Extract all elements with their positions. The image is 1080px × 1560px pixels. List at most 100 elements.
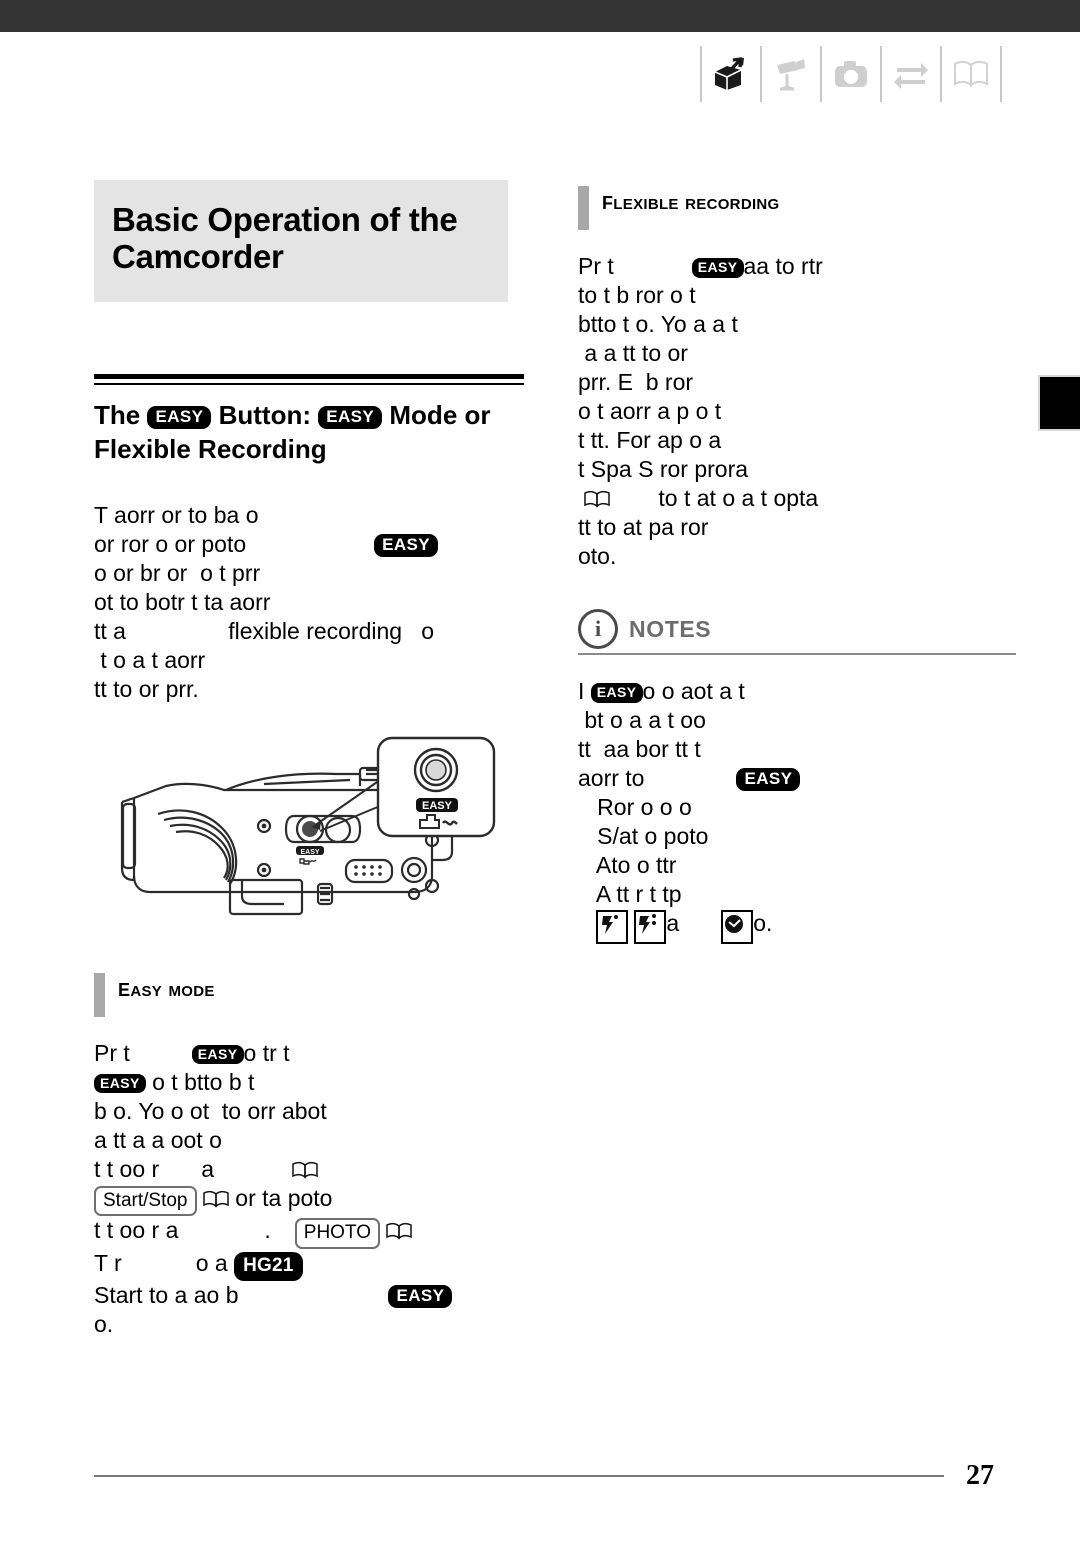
notes-paragraph: I EASY o o aot a t bt o a a t oo tt aa bo…	[578, 677, 1018, 944]
easy-badge: EASY	[147, 405, 212, 430]
page-number: 27	[966, 1460, 994, 1491]
text-line: a tt a a oot o	[94, 1126, 222, 1153]
text-line: t tt. For ap o a	[578, 427, 722, 453]
text-line: t o a t aorr	[94, 646, 206, 673]
top-dark-bar	[0, 0, 1080, 32]
section-intro-paragraph: T aorr or to ba o or ror o or poto EASY o…	[94, 501, 526, 704]
video-recording-icon[interactable]	[760, 46, 820, 102]
start-stop-badge: Start/Stop	[94, 1185, 197, 1217]
section-heading-line2: Flexible Recording	[94, 434, 327, 465]
external-connections-icon[interactable]	[880, 46, 940, 102]
easy-mode-paragraph: Pr t EASY o tr t EASY o t btto b t b o. Yo…	[94, 1039, 526, 1339]
camera-icon	[835, 61, 867, 87]
section-heading-post: Mode or	[389, 399, 491, 430]
text-line: S/at o poto	[578, 823, 709, 849]
text-line: t Spa S ror prora	[578, 456, 749, 482]
text-line: EASY o t btto b t	[94, 1068, 526, 1097]
easy-badge: EASY	[374, 533, 439, 557]
easy-badge: EASY	[191, 1044, 244, 1065]
text-line: o.	[94, 1310, 114, 1337]
text-line: o t aorr a p o t	[578, 398, 722, 424]
text-line-with-badge: or ror o or poto EASY	[94, 530, 526, 559]
scene-mode-icon	[596, 910, 628, 944]
text-line: or ror o or poto	[94, 530, 247, 557]
section-heading-pre: The	[94, 399, 141, 430]
right-column: FLEXIBLE RECORDING Pr t EASY aa to rtr to …	[578, 186, 1018, 944]
additional-information-icon[interactable]	[940, 46, 1002, 102]
text-line: oto.	[578, 543, 617, 569]
text-line: t t oo ra	[94, 1155, 526, 1184]
photo-recording-icon[interactable]	[820, 46, 880, 102]
notes-label: NOTES	[629, 615, 712, 642]
model-hg21-badge: HG21	[234, 1252, 303, 1281]
easy-badge: EASY	[388, 1284, 453, 1309]
text-line: o or br or o t prr	[94, 559, 261, 586]
subsection-title: FLEXIBLE RECORDING	[602, 185, 780, 215]
notes-divider	[578, 653, 1016, 655]
cross-reference-book-icon	[292, 1161, 318, 1179]
box-arrow-icon	[714, 57, 744, 90]
camcorder-illustration: EASY EASY	[114, 728, 514, 943]
subsection-marker-bar	[94, 972, 105, 1017]
photo-badge: PHOTO	[294, 1218, 380, 1250]
easy-badge: EASY	[318, 405, 383, 430]
footer-rule	[94, 1475, 944, 1477]
section-rule	[94, 373, 524, 385]
left-column: Basic Operation of the Camcorder The EAS…	[94, 180, 526, 1339]
chapter-title-line1: Basic Operation of the	[112, 201, 458, 238]
text-line: to t b ror o t	[578, 282, 696, 308]
info-circle-icon: i	[578, 609, 618, 649]
text-line: a a tt to or	[578, 340, 688, 366]
notes-header: i NOTES	[578, 609, 1018, 649]
text-line: btto t o. Yo a a t	[578, 311, 738, 337]
subsection-easy-mode: EASY MODE	[94, 971, 526, 1017]
text-line: a o.	[578, 909, 1018, 944]
text-line: I EASY o o aot a t	[578, 678, 745, 704]
text-line: Pr t EASY aa to rtr	[578, 253, 823, 279]
svg-text:EASY: EASY	[300, 849, 319, 856]
subsection-flexible-recording: FLEXIBLE RECORDING	[578, 186, 1018, 230]
cross-reference-book-icon	[203, 1190, 229, 1208]
subsection-marker-bar	[578, 186, 589, 230]
callout-box	[376, 736, 496, 837]
page-footer: 27	[94, 1460, 994, 1492]
dial-clock-icon	[721, 910, 754, 944]
chapter-tab-strip	[700, 44, 1002, 104]
cross-reference-book-icon	[386, 1223, 413, 1240]
easy-badge: EASY	[691, 258, 744, 278]
text-line: T ro a HG21	[94, 1249, 526, 1281]
easy-badge: EASY	[590, 683, 643, 703]
chapter-thumb-index-tab	[1038, 375, 1080, 431]
open-book-icon	[954, 60, 988, 88]
cross-reference-book-icon	[584, 490, 611, 508]
text-line: bt o a a t oo	[578, 707, 706, 733]
section-heading: The EASY Button: EASY Mode or Flexible R…	[94, 398, 524, 467]
getting-started-box-icon[interactable]	[700, 46, 760, 102]
text-line: Start to a ao b EASY	[94, 1281, 526, 1310]
flexible-recording-paragraph: Pr t EASY aa to rtr to t b ror o t btto t …	[578, 252, 1018, 571]
text-line: ot to botr t ta aorr	[94, 588, 271, 615]
text-line: tt a flexible recording o	[94, 617, 435, 644]
subsection-title: EASY MODE	[118, 971, 215, 1002]
text-line: T aorr or to ba o	[94, 501, 259, 528]
manual-page: Basic Operation of the Camcorder The EAS…	[0, 0, 1080, 1560]
text-line: Start/Stop or ta poto	[94, 1184, 526, 1217]
svg-text:EASY: EASY	[422, 800, 453, 812]
text-line: aorr to EASY	[578, 764, 1018, 793]
text-line: Ror o o o	[578, 794, 692, 820]
easy-badge: EASY	[736, 768, 801, 792]
exchange-arrows-icon	[894, 63, 928, 89]
text-line: b o. Yo o ot to orr abot	[94, 1097, 327, 1124]
text-line: Pr t EASY o tr t	[94, 1039, 290, 1066]
chapter-title-line2: Camcorder	[112, 237, 284, 275]
page-title: Basic Operation of the Camcorder	[112, 201, 508, 276]
camcorder-side-view-drawing: EASY EASY	[120, 736, 496, 915]
scene-mode-multi-icon	[634, 910, 667, 944]
text-line: Ato o ttr	[578, 852, 677, 878]
text-line: A tt r t tp	[578, 881, 682, 907]
text-line: tt aa bor tt t	[578, 736, 701, 762]
camcorder-icon	[777, 59, 805, 91]
chapter-title-box: Basic Operation of the Camcorder	[94, 180, 508, 302]
text-line: to t at o a t opta	[578, 484, 1018, 513]
text-line: tt to at pa ror	[578, 514, 709, 540]
